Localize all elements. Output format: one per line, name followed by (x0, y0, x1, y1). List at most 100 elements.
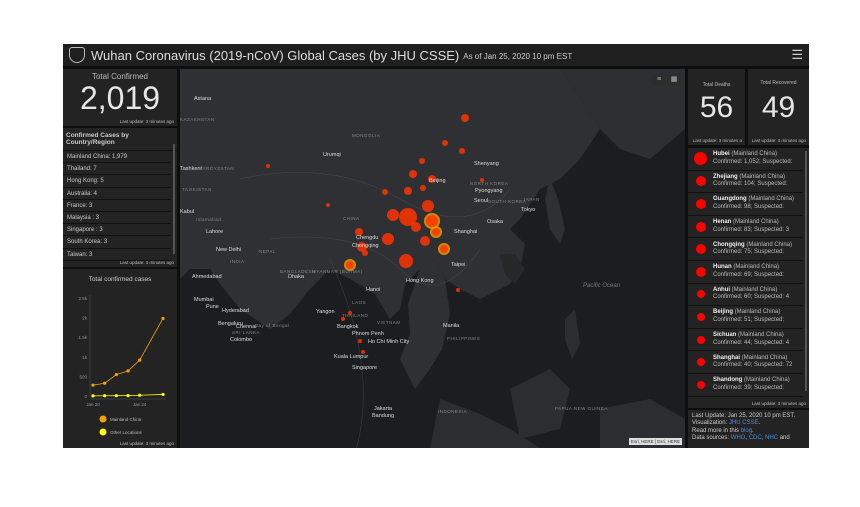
y-tick-label: 0 (84, 394, 87, 399)
province-list-item[interactable]: Beijing (Mainland China) Confirmed: 51; S… (688, 306, 803, 329)
province-list-item[interactable]: Shanghai (Mainland China) Confirmed: 40; … (688, 351, 803, 374)
case-bubble[interactable] (420, 185, 426, 191)
jhu-csse-link[interactable]: JHU CSSE (729, 420, 759, 426)
map-label: JAPAN (523, 197, 540, 202)
province-detail: Confirmed: 75; Suspected: (713, 249, 785, 256)
map-label: Taipei (451, 262, 466, 268)
province-list-item[interactable]: Guangdong (Mainland China) Confirmed: 98;… (688, 193, 803, 216)
total-deaths-label: Total Deaths (702, 82, 731, 88)
total-deaths-panel: Total Deaths 56 Last update: 3 minutes a (688, 69, 745, 145)
dashboard: Wuhan Coronavirus (2019-nCoV) Global Cas… (63, 44, 809, 448)
case-bubble[interactable] (382, 233, 394, 245)
case-bubble[interactable] (432, 228, 440, 236)
case-bubble[interactable] (409, 170, 417, 178)
case-bubble-icon (695, 266, 706, 277)
province-list-item[interactable]: Shandong (Mainland China) Confirmed: 39; … (688, 374, 803, 397)
cdc-link[interactable]: CDC (749, 435, 762, 441)
case-bubble[interactable] (404, 187, 412, 195)
info-panel: Last Update: Jan 25, 2020 10 pm EST. Vis… (688, 410, 809, 448)
who-link[interactable]: WHO (731, 435, 746, 441)
province-list-item[interactable]: Anhui (Mainland China) Confirmed: 60; Sus… (688, 284, 803, 307)
province-list-item[interactable]: Hunan (Mainland China) Confirmed: 69; Sus… (688, 261, 803, 284)
map-label: NORTH KOREA (470, 181, 509, 186)
hamburger-icon[interactable]: ☰ (791, 47, 803, 63)
country-list-item[interactable]: France: 3 (63, 200, 171, 212)
province-region: (Mainland China) (744, 377, 790, 384)
province-list-item[interactable]: Chongqing (Mainland China) Confirmed: 75;… (688, 238, 803, 261)
case-bubble[interactable] (442, 140, 448, 146)
blog-link[interactable]: blog (741, 428, 752, 434)
map-label: Lahore (206, 229, 224, 235)
province-list-item[interactable]: Hubei (Mainland China) Confirmed: 1,052; … (688, 148, 803, 171)
case-bubble[interactable] (426, 215, 438, 227)
data-point (161, 392, 165, 397)
data-point (126, 394, 130, 398)
case-bubble[interactable] (440, 245, 448, 253)
legend-marker (99, 415, 107, 423)
province-detail: Confirmed: 44; Suspected: 4 (713, 339, 790, 346)
province-name: Zhejiang (713, 173, 738, 180)
map-label: Kuala Lumpur (334, 354, 369, 360)
data-point (126, 369, 130, 373)
chart-title: Total confirmed cases (89, 276, 153, 283)
map-label: Hyderabad (222, 308, 249, 314)
nhc-link[interactable]: NHC (765, 435, 778, 441)
case-bubble[interactable] (326, 203, 330, 207)
info-last-update: Last Update: Jan 25, 2020 10 pm EST. (692, 413, 796, 419)
country-list-item[interactable]: Australia: 4 (63, 188, 171, 200)
map-label: Pyongyang (475, 188, 503, 194)
case-bubble[interactable] (419, 158, 425, 164)
case-bubble[interactable] (346, 261, 354, 269)
case-bubble[interactable] (411, 222, 421, 232)
data-point (91, 383, 95, 387)
case-bubble[interactable] (422, 200, 434, 212)
country-list-item[interactable]: South Korea: 3 (63, 236, 171, 249)
last-update: Last update: 3 minutes ago (119, 441, 174, 446)
data-point (138, 393, 142, 397)
case-bubble[interactable] (456, 288, 460, 292)
country-list-item[interactable]: Thailand: 7 (63, 163, 171, 176)
info-text: and (778, 434, 790, 441)
last-update: Last update: 3 minutes ago (119, 119, 174, 124)
country-list-item[interactable]: Singapore : 3 (63, 224, 171, 237)
province-list-item[interactable]: Zhejiang (Mainland China) Confirmed: 104;… (688, 171, 803, 194)
case-bubble[interactable] (358, 339, 362, 343)
country-list-item[interactable]: Hong Kong: 5 (63, 175, 171, 188)
province-list-item[interactable]: Sichuan (Mainland China) Confirmed: 44; S… (688, 329, 803, 352)
x-tick-label: Jan 20 (86, 402, 100, 407)
case-bubble[interactable] (459, 148, 465, 154)
province-list-panel: Hubei (Mainland China) Confirmed: 1,052; … (688, 148, 809, 408)
data-point (91, 394, 95, 398)
case-bubble[interactable] (399, 254, 413, 268)
map-label: Beijing (429, 178, 446, 184)
list-view-icon[interactable]: ≡ (652, 74, 666, 86)
map-label: Bangkok (337, 324, 359, 330)
x-tick-label: Jan 24 (133, 402, 147, 407)
map-label: Tokyo (521, 207, 536, 213)
map-label: THAILAND (342, 313, 369, 318)
case-bubble[interactable] (362, 250, 368, 256)
province-region: (Mainland China) (748, 196, 795, 203)
case-bubble[interactable] (266, 164, 270, 168)
map-label: Colombo (230, 337, 253, 343)
grid-view-icon[interactable]: ▦ (667, 74, 681, 86)
map-label: Islamabad (196, 217, 222, 222)
country-list-item[interactable]: Mainland China: 1,979 (63, 151, 171, 164)
info-text: Visualization: (692, 420, 729, 427)
map-label: New Delhi (216, 247, 242, 253)
scrollbar[interactable] (173, 144, 175, 254)
case-bubble[interactable] (387, 209, 399, 221)
country-list-item[interactable]: Malaysia : 3 (63, 212, 171, 225)
province-detail: Confirmed: 51; Suspected: (713, 316, 785, 323)
total-recovered-label: Total Recovered (760, 80, 797, 86)
map[interactable]: Astana KAZAKHSTAN MONGOLIA Urumqi Tashkent KY… (180, 69, 685, 448)
case-bubble[interactable] (461, 114, 469, 122)
scrollbar[interactable] (805, 151, 807, 391)
province-list-item[interactable]: Henan (Mainland China) Confirmed: 83; Sus… (688, 216, 803, 239)
country-list-item[interactable]: Taiwan: 3 (63, 249, 171, 261)
case-bubble-icon (695, 198, 706, 209)
case-bubble[interactable] (420, 236, 430, 246)
case-bubble[interactable] (382, 189, 388, 195)
map-label: Osaka (487, 219, 503, 225)
case-bubble-icon (696, 290, 705, 299)
